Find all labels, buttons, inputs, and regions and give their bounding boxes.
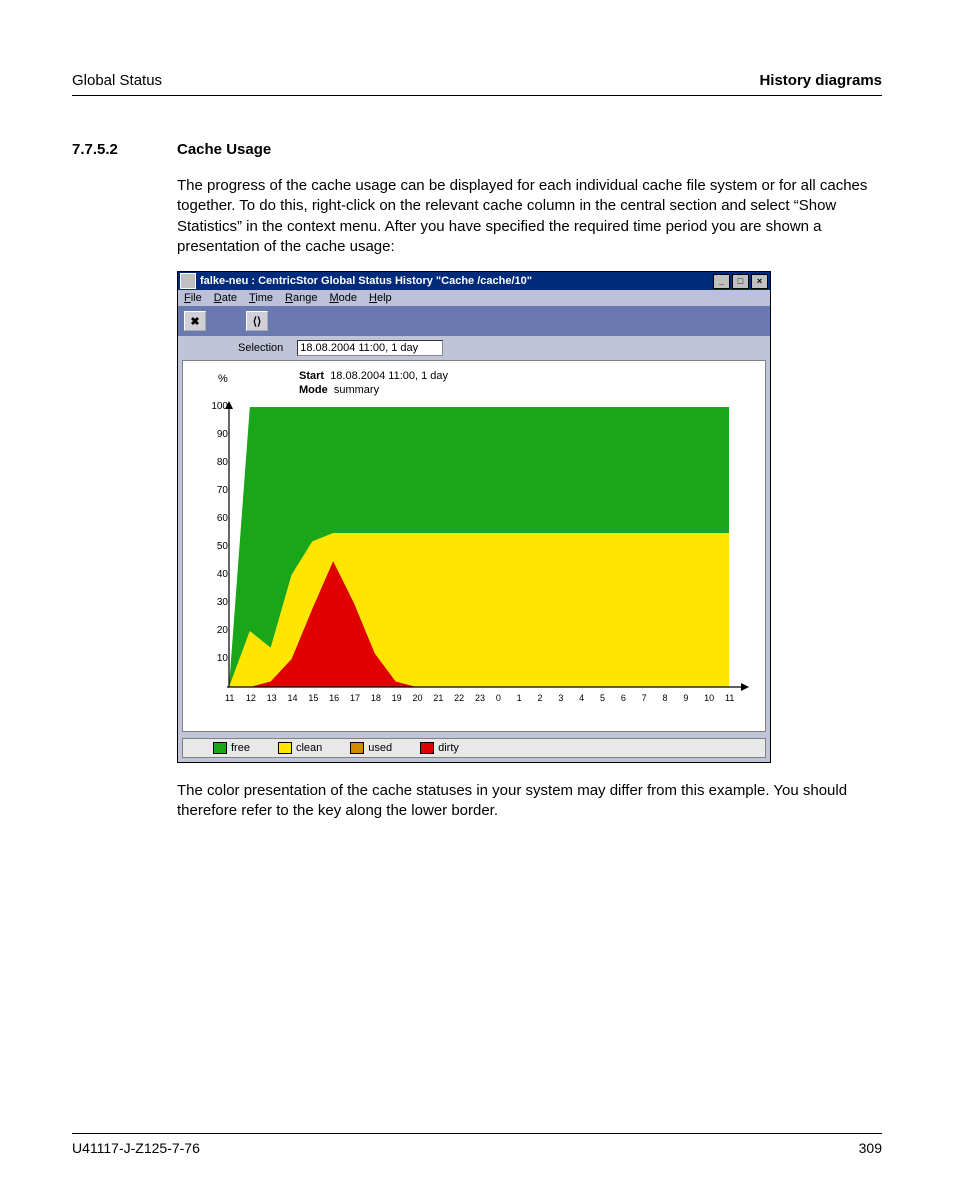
y-axis: 100908070605040302010 bbox=[198, 407, 228, 687]
x-tick: 16 bbox=[329, 693, 339, 703]
menu-date[interactable]: Date bbox=[214, 292, 237, 304]
menu-range[interactable]: Range bbox=[285, 292, 317, 304]
legend-swatch bbox=[278, 742, 292, 754]
legend-item-used: used bbox=[350, 742, 392, 754]
x-tick: 7 bbox=[642, 693, 647, 703]
x-tick: 20 bbox=[413, 693, 423, 703]
minimize-button[interactable]: _ bbox=[713, 274, 730, 289]
y-tick: 60 bbox=[202, 513, 228, 524]
y-tick: 20 bbox=[202, 625, 228, 636]
close-button[interactable]: × bbox=[751, 274, 768, 289]
chart-area bbox=[229, 407, 749, 687]
menu-help[interactable]: Help bbox=[369, 292, 392, 304]
y-tick: 40 bbox=[202, 569, 228, 580]
x-tick: 11 bbox=[225, 693, 234, 703]
menu-file[interactable]: File bbox=[184, 292, 202, 304]
legend-label: dirty bbox=[438, 742, 459, 754]
x-tick: 2 bbox=[538, 693, 543, 703]
x-tick: 12 bbox=[246, 693, 256, 703]
x-tick: 14 bbox=[288, 693, 298, 703]
y-unit-label: % bbox=[218, 373, 228, 385]
paragraph-outro: The color presentation of the cache stat… bbox=[177, 781, 882, 822]
mode-value: summary bbox=[334, 384, 379, 396]
toolbar: ✖ ⟨⟩ bbox=[178, 306, 770, 336]
legend-item-dirty: dirty bbox=[420, 742, 459, 754]
x-tick: 0 bbox=[496, 693, 501, 703]
chart-header: Start 18.08.2004 11:00, 1 day Mode summa… bbox=[299, 369, 448, 397]
x-tick: 23 bbox=[475, 693, 485, 703]
x-tick: 8 bbox=[663, 693, 668, 703]
section-number: 7.7.5.2 bbox=[72, 141, 177, 158]
legend-item-free: free bbox=[213, 742, 250, 754]
window-title: falke-neu : CentricStor Global Status Hi… bbox=[200, 275, 713, 287]
x-axis: 1112131415161718192021222301234567891011 bbox=[229, 691, 759, 707]
maximize-button[interactable]: □ bbox=[732, 274, 749, 289]
y-tick: 70 bbox=[202, 485, 228, 496]
start-label: Start bbox=[299, 370, 324, 382]
x-tick: 11 bbox=[725, 693, 734, 703]
selection-row: Selection bbox=[238, 340, 770, 356]
menu-time[interactable]: Time bbox=[249, 292, 273, 304]
legend-swatch bbox=[350, 742, 364, 754]
x-tick: 22 bbox=[454, 693, 464, 703]
x-tick: 17 bbox=[350, 693, 360, 703]
footer-docid: U41117-J-Z125-7-76 bbox=[72, 1140, 200, 1156]
legend: free clean used dirty bbox=[182, 738, 766, 758]
y-tick: 80 bbox=[202, 457, 228, 468]
x-tick: 15 bbox=[308, 693, 318, 703]
x-tick: 4 bbox=[579, 693, 584, 703]
legend-swatch bbox=[420, 742, 434, 754]
menubar: File Date Time Range Mode Help bbox=[178, 290, 770, 306]
running-head-left: Global Status bbox=[72, 72, 162, 89]
selection-input[interactable] bbox=[297, 340, 443, 356]
running-head-right: History diagrams bbox=[759, 72, 882, 89]
chart-panel: Start 18.08.2004 11:00, 1 day Mode summa… bbox=[182, 360, 766, 732]
x-tick: 19 bbox=[392, 693, 402, 703]
mode-label: Mode bbox=[299, 384, 328, 396]
app-icon bbox=[180, 273, 196, 289]
x-tick: 21 bbox=[433, 693, 443, 703]
page-number: 309 bbox=[859, 1140, 882, 1156]
x-tick: 13 bbox=[267, 693, 277, 703]
legend-label: clean bbox=[296, 742, 322, 754]
x-tick: 5 bbox=[600, 693, 605, 703]
titlebar: falke-neu : CentricStor Global Status Hi… bbox=[178, 272, 770, 290]
legend-item-clean: clean bbox=[278, 742, 322, 754]
y-tick: 30 bbox=[202, 597, 228, 608]
toolbar-close-icon[interactable]: ✖ bbox=[184, 311, 206, 331]
x-tick: 10 bbox=[704, 693, 714, 703]
x-tick: 1 bbox=[517, 693, 522, 703]
y-tick: 10 bbox=[202, 653, 228, 664]
header-rule bbox=[72, 95, 882, 96]
y-tick: 50 bbox=[202, 541, 228, 552]
menu-mode[interactable]: Mode bbox=[329, 292, 357, 304]
legend-label: free bbox=[231, 742, 250, 754]
legend-label: used bbox=[368, 742, 392, 754]
x-tick: 3 bbox=[558, 693, 563, 703]
legend-swatch bbox=[213, 742, 227, 754]
y-tick: 90 bbox=[202, 429, 228, 440]
toolbar-range-icon[interactable]: ⟨⟩ bbox=[246, 311, 268, 331]
x-tick: 9 bbox=[683, 693, 688, 703]
selection-label: Selection bbox=[238, 342, 283, 354]
y-tick: 100 bbox=[202, 401, 228, 412]
paragraph-intro: The progress of the cache usage can be d… bbox=[177, 176, 882, 257]
section-title: Cache Usage bbox=[177, 141, 271, 158]
start-value: 18.08.2004 11:00, 1 day bbox=[330, 370, 448, 382]
x-tick: 6 bbox=[621, 693, 626, 703]
app-window: falke-neu : CentricStor Global Status Hi… bbox=[177, 271, 771, 763]
x-tick: 18 bbox=[371, 693, 381, 703]
